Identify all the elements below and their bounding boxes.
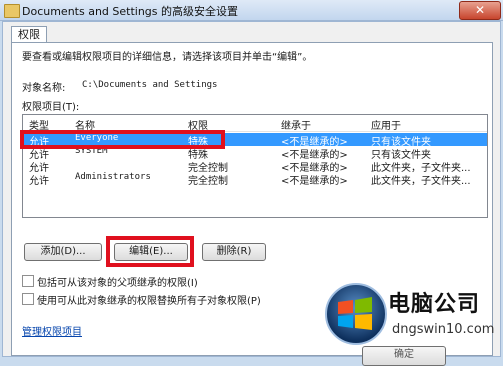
highlight-box-edit xyxy=(106,236,194,267)
highlight-box-everyone xyxy=(20,130,225,149)
column-header-inherited[interactable]: 继承于 xyxy=(281,117,311,132)
row-permission: 完全控制 xyxy=(188,176,228,187)
replace-checkbox-label: 使用可从此对象继承的权限替换所有子对象权限(P) xyxy=(37,296,261,307)
column-header-applies[interactable]: 应用于 xyxy=(371,117,401,132)
close-button[interactable]: ✕ xyxy=(459,1,501,20)
tab-permissions[interactable]: 权限 xyxy=(11,26,47,43)
row-name: Administrators xyxy=(75,172,151,182)
inherit-checkbox-label: 包括可从该对象的父项继承的权限(I) xyxy=(37,278,198,289)
folder-icon xyxy=(4,4,20,18)
row-applies: 此文件夹，子文件夹... xyxy=(371,176,471,187)
watermark-title: 电脑公司 xyxy=(388,292,481,317)
replace-checkbox[interactable] xyxy=(22,293,34,305)
row-type: 允许 xyxy=(29,176,49,187)
row-inherited: <不是继承的> xyxy=(281,176,348,187)
object-name-value: C:\Documents and Settings xyxy=(82,80,218,90)
manage-permissions-link[interactable]: 管理权限项目 xyxy=(22,323,82,338)
object-name-label: 对象名称: xyxy=(22,83,66,94)
table-row[interactable]: 允许 Administrators 完全控制 <不是继承的> 此文件夹，子文件夹… xyxy=(23,172,487,187)
watermark: 电脑公司 dngswin10.com xyxy=(320,280,503,355)
remove-button[interactable]: 删除(R) xyxy=(202,243,266,261)
inherit-checkbox[interactable] xyxy=(22,275,34,287)
watermark-url: dngswin10.com xyxy=(392,322,495,337)
permission-entries-label: 权限项目(T): xyxy=(22,102,80,113)
add-button[interactable]: 添加(D)... xyxy=(24,243,102,261)
title-bar: Documents and Settings 的高级安全设置 ✕ xyxy=(0,0,503,21)
windows-logo-icon xyxy=(325,283,387,345)
window-title: Documents and Settings 的高级安全设置 xyxy=(22,5,239,18)
intro-text: 要查看或编辑权限项目的详细信息，请选择该项目并单击“编辑”。 xyxy=(22,52,313,63)
table-row[interactable]: 允许 完全控制 <不是继承的> 此文件夹，子文件夹... xyxy=(23,159,487,174)
